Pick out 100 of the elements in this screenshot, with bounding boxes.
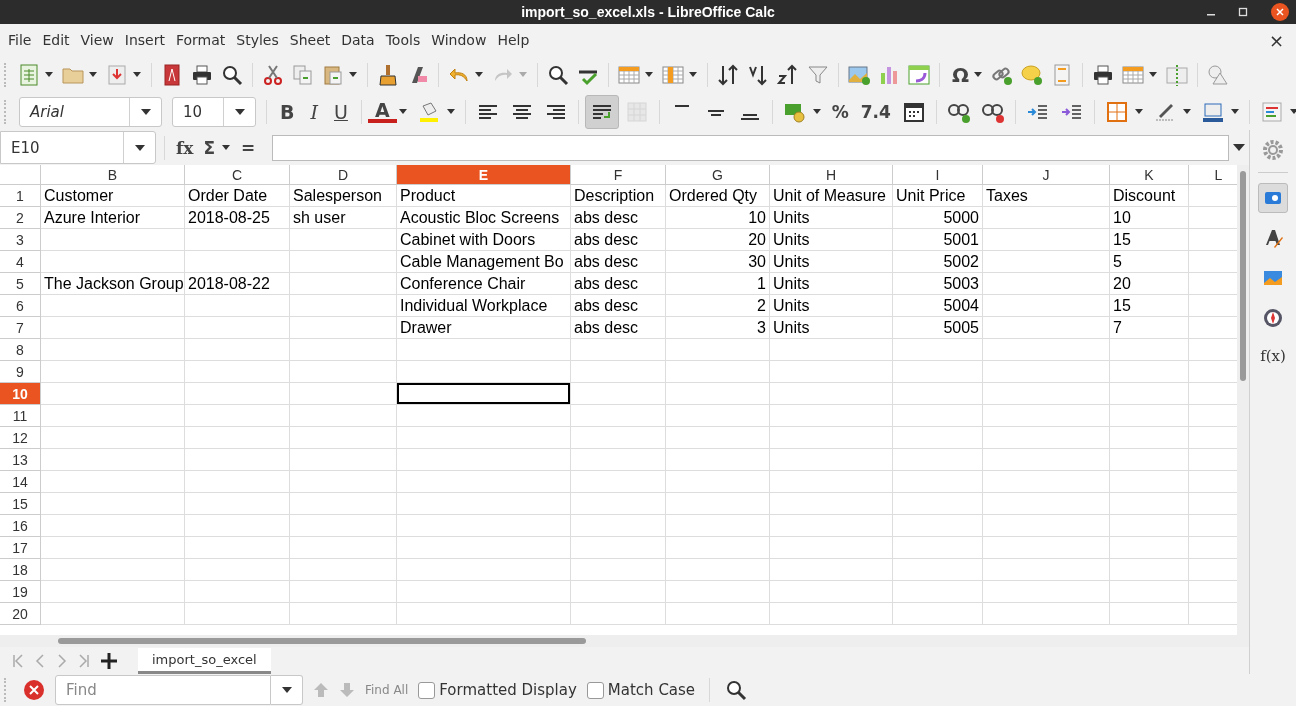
font-color-button[interactable]: A — [367, 100, 397, 123]
spreadsheet-cell[interactable] — [290, 471, 397, 493]
spreadsheet-cell[interactable] — [770, 515, 893, 537]
spreadsheet-cell[interactable]: Product — [397, 185, 571, 207]
spreadsheet-cell[interactable]: Cable Management Bo — [397, 251, 571, 273]
name-box[interactable]: E10 — [0, 131, 156, 164]
spreadsheet-cell[interactable]: 3 — [666, 317, 770, 339]
spreadsheet-cell[interactable]: Ordered Qty — [666, 185, 770, 207]
spreadsheet-cell[interactable] — [290, 515, 397, 537]
close-document-button[interactable]: × — [1268, 29, 1284, 51]
spreadsheet-cell[interactable] — [41, 603, 185, 625]
add-sheet-icon[interactable] — [100, 651, 118, 670]
menu-item[interactable]: Tools — [381, 32, 428, 48]
spreadsheet-cell[interactable] — [893, 339, 983, 361]
spreadsheet-cell[interactable]: 5004 — [893, 295, 983, 317]
spreadsheet-cell[interactable] — [983, 317, 1110, 339]
spreadsheet-cell[interactable] — [571, 559, 666, 581]
spreadsheet-cell[interactable] — [571, 603, 666, 625]
spreadsheet-cell[interactable] — [571, 493, 666, 515]
expand-arrow-icon[interactable] — [1233, 144, 1245, 151]
spreadsheet-cell[interactable] — [290, 559, 397, 581]
pivot-table-icon[interactable] — [907, 62, 931, 87]
spreadsheet-cell[interactable]: Individual Workplace — [397, 295, 571, 317]
spreadsheet-cell[interactable] — [571, 449, 666, 471]
paintbrush-icon[interactable] — [376, 62, 400, 87]
spreadsheet-cell[interactable] — [290, 361, 397, 383]
row-header[interactable]: 7 — [0, 317, 41, 339]
spreadsheet-cell[interactable] — [185, 603, 290, 625]
menu-item[interactable]: Insert — [120, 32, 172, 48]
spreadsheet-cell[interactable] — [290, 493, 397, 515]
spreadsheet-cell[interactable] — [185, 559, 290, 581]
spreadsheet-cell[interactable] — [770, 427, 893, 449]
number-format-button[interactable]: 7.4 — [855, 101, 896, 122]
spreadsheet-cell[interactable] — [41, 383, 185, 405]
arrow-up-icon[interactable] — [313, 682, 329, 698]
sort-icon[interactable] — [716, 62, 740, 87]
spreadsheet-cell[interactable] — [893, 361, 983, 383]
first-sheet-icon[interactable] — [12, 653, 24, 668]
spreadsheet-cell[interactable] — [41, 493, 185, 515]
checkbox[interactable] — [586, 681, 604, 699]
formula-input[interactable] — [272, 134, 1229, 161]
special-character-button[interactable]: Ω — [946, 62, 972, 87]
column-header[interactable]: G — [666, 165, 770, 185]
spreadsheet-cell[interactable]: 5 — [1110, 251, 1189, 273]
dropdown-arrow-icon[interactable] — [222, 145, 231, 150]
spreadsheet-cell[interactable] — [1110, 383, 1189, 405]
find-field[interactable]: Find — [55, 675, 271, 705]
spreadsheet-cell[interactable] — [1110, 361, 1189, 383]
horizontal-scrollbar[interactable] — [0, 635, 1249, 647]
spreadsheet-cell[interactable] — [185, 405, 290, 427]
spreadsheet-cell[interactable] — [185, 515, 290, 537]
spreadsheet-cell[interactable] — [983, 559, 1110, 581]
spreadsheet-cell[interactable] — [983, 537, 1110, 559]
spreadsheet-cell[interactable]: Salesperson — [290, 185, 397, 207]
spreadsheet-cell[interactable] — [983, 295, 1110, 317]
spreadsheet-cell[interactable]: abs desc — [571, 295, 666, 317]
arrow-down-icon[interactable] — [339, 682, 355, 698]
spreadsheet-cell[interactable]: Units — [770, 207, 893, 229]
spreadsheet-cell[interactable]: Units — [770, 317, 893, 339]
spreadsheet-cell[interactable]: Unit Price — [893, 185, 983, 207]
spreadsheet-cell[interactable] — [893, 383, 983, 405]
settings-icon[interactable] — [1261, 138, 1285, 162]
dropdown-arrow-icon[interactable] — [398, 109, 407, 114]
row-header[interactable]: 5 — [0, 273, 41, 295]
checkbox[interactable] — [418, 681, 436, 699]
spreadsheet-cell[interactable]: 20 — [1110, 273, 1189, 295]
row-header[interactable]: 6 — [0, 295, 41, 317]
formula-button[interactable]: = — [238, 137, 259, 158]
row-header[interactable]: 18 — [0, 559, 41, 581]
spreadsheet-cell[interactable] — [983, 603, 1110, 625]
spreadsheet-cell[interactable]: abs desc — [571, 251, 666, 273]
vertical-scrollbar[interactable] — [1237, 165, 1249, 635]
comment-icon[interactable] — [1020, 62, 1044, 87]
menu-item[interactable]: Sheet — [285, 32, 338, 48]
spreadsheet-cell[interactable] — [290, 603, 397, 625]
spreadsheet-cell[interactable] — [983, 471, 1110, 493]
maximize-icon[interactable] — [1238, 7, 1248, 17]
spreadsheet-cell[interactable] — [290, 339, 397, 361]
spreadsheet-cell[interactable]: abs desc — [571, 207, 666, 229]
spreadsheet-cell[interactable]: Units — [770, 295, 893, 317]
checkbox-label[interactable]: Formatted Display — [439, 681, 577, 699]
functions-button[interactable]: f(x) — [1257, 343, 1289, 369]
spreadsheet-cell[interactable] — [185, 361, 290, 383]
spreadsheet-cell[interactable]: Order Date — [185, 185, 290, 207]
spreadsheet-cell[interactable]: 5000 — [893, 207, 983, 229]
row-header[interactable]: 11 — [0, 405, 41, 427]
dropdown-arrow-icon[interactable] — [1149, 72, 1157, 77]
spreadsheet-cell[interactable] — [290, 251, 397, 273]
spreadsheet-cell[interactable] — [290, 317, 397, 339]
last-sheet-icon[interactable] — [78, 653, 90, 668]
spreadsheet-cell[interactable] — [1110, 427, 1189, 449]
spreadsheet-cell[interactable] — [893, 537, 983, 559]
spreadsheet-cell[interactable] — [290, 537, 397, 559]
dropdown-arrow-icon[interactable] — [689, 72, 697, 77]
spreadsheet-cell[interactable] — [41, 295, 185, 317]
spreadsheet-cell[interactable] — [571, 515, 666, 537]
sum-button[interactable]: Σ — [200, 137, 219, 158]
row-header[interactable]: 3 — [0, 229, 41, 251]
dropdown-arrow-icon[interactable] — [645, 72, 653, 77]
spreadsheet-cell[interactable] — [290, 295, 397, 317]
